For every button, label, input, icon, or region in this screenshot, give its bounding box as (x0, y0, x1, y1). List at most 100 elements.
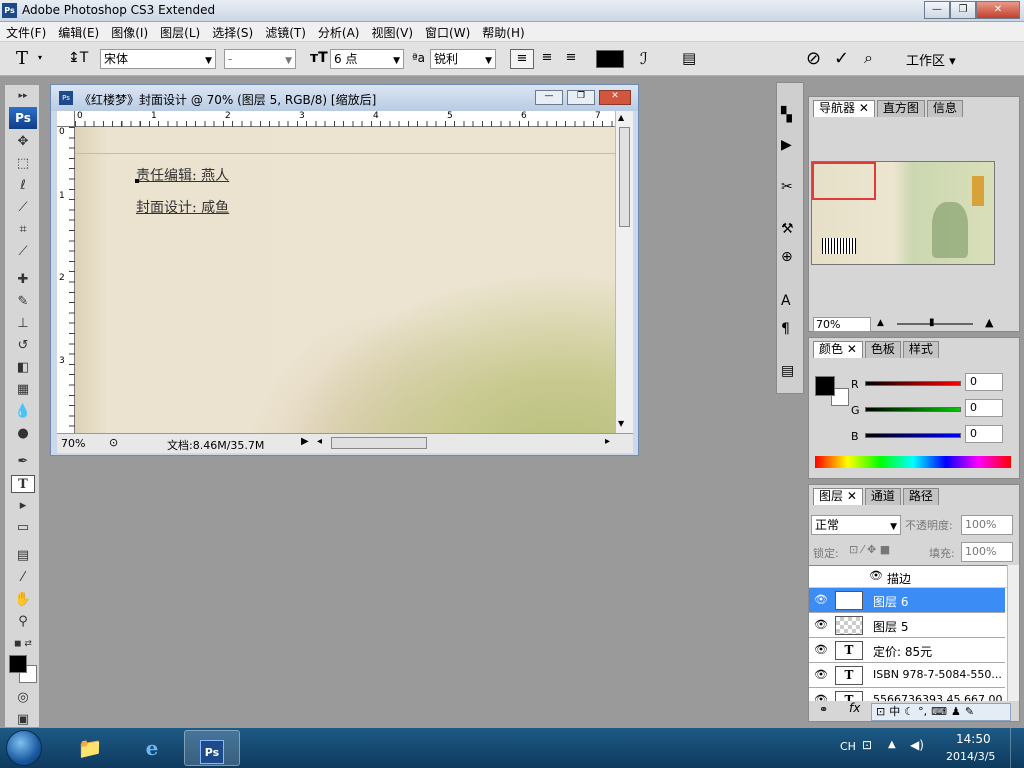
rectangle-tool-icon[interactable]: ▭ (11, 519, 35, 537)
doc-close-button[interactable]: ✕ (599, 90, 631, 105)
scroll-down-icon[interactable]: ▼ (618, 419, 624, 428)
g-slider[interactable] (865, 407, 961, 412)
ime-tray-icon[interactable]: ⊡ (862, 738, 872, 752)
tab-info[interactable]: 信息 (926, 100, 963, 117)
eye-icon[interactable]: 👁 (813, 643, 829, 657)
vertical-ruler[interactable]: 0 1 2 3 (57, 127, 75, 433)
menu-filter[interactable]: 滤镜(T) (259, 22, 312, 41)
explorer-taskbar-icon[interactable]: 📁 (62, 730, 118, 766)
start-button[interactable] (6, 730, 42, 766)
type-tool-preset-icon[interactable]: T (16, 48, 28, 69)
scroll-left-icon[interactable]: ◂ (317, 436, 322, 447)
scrollbar-thumb[interactable] (619, 127, 630, 227)
ime-user-icon[interactable]: ♟ (951, 704, 961, 720)
show-desktop-button[interactable] (1010, 728, 1024, 768)
ime-logo-icon[interactable]: ⊡ (876, 704, 885, 720)
layer-row[interactable]: 👁 T 定价: 85元 (809, 638, 1005, 663)
path-selection-icon[interactable]: ▸ (11, 497, 35, 515)
opacity-field[interactable]: 100% (961, 515, 1013, 535)
tool-presets-icon[interactable]: ✂ (781, 179, 793, 195)
tab-histogram[interactable]: 直方图 (876, 100, 925, 117)
tab-layers[interactable]: 图层 ✕ (813, 488, 863, 505)
layer-row[interactable]: 👁 T 图层 6 (809, 588, 1005, 613)
horizontal-scrollbar-thumb[interactable] (331, 437, 427, 449)
menu-help[interactable]: 帮助(H) (476, 22, 530, 41)
menu-select[interactable]: 选择(S) (206, 22, 259, 41)
character-panel-dock-icon[interactable]: A (781, 293, 791, 309)
zoom-in-icon[interactable]: ▲ (985, 316, 993, 329)
blur-tool-icon[interactable]: 💧 (11, 403, 35, 421)
eye-icon[interactable]: 👁 (813, 668, 829, 682)
notes-tool-icon[interactable]: ▤ (11, 547, 35, 565)
move-tool-icon[interactable]: ✥ (11, 133, 35, 151)
layer-row[interactable]: 👁 图层 5 (809, 613, 1005, 638)
zoom-level[interactable]: 70% (61, 437, 85, 450)
align-center-button[interactable]: ≡ (536, 49, 558, 69)
link-layers-icon[interactable]: ⚭ (819, 703, 828, 716)
lock-icons[interactable]: ⊡ ⁄ ✥ ■ (849, 543, 890, 556)
menu-edit[interactable]: 编辑(E) (52, 22, 105, 41)
ruler-origin[interactable] (57, 111, 75, 127)
status-arrow-icon[interactable]: ▶ (301, 436, 309, 447)
doc-restore-button[interactable]: ❐ (567, 90, 595, 105)
marquee-tool-icon[interactable]: ⬚ (11, 155, 35, 173)
eye-icon[interactable]: 👁 (813, 618, 829, 632)
antialias-select[interactable]: 锐利 ▼ (430, 49, 496, 69)
ime-width-icon[interactable]: ☾ (904, 704, 914, 720)
menu-analysis[interactable]: 分析(A) (312, 22, 366, 41)
fx-icon[interactable]: fx (849, 701, 860, 715)
menu-file[interactable]: 文件(F) (0, 22, 52, 41)
volume-icon[interactable]: ◀) (910, 738, 924, 752)
color-spectrum-ramp[interactable] (815, 456, 1011, 468)
designer-credit-text[interactable]: 封面设计: 咸鱼 (136, 197, 229, 217)
eyedropper-tool-icon[interactable]: ⁄ (11, 569, 35, 587)
character-panel-icon[interactable]: ▤ (682, 49, 696, 67)
navigator-view-box[interactable] (812, 162, 876, 200)
bridge-icon[interactable]: ⌕ (864, 48, 873, 68)
history-panel-icon[interactable]: ▚ (781, 107, 792, 123)
scroll-right-icon[interactable]: ▸ (605, 436, 610, 447)
collapse-arrows-icon[interactable]: ▸▸ (11, 87, 35, 105)
zoom-tool-icon[interactable]: ⚲ (11, 613, 35, 631)
editor-credit-text[interactable]: 责任编辑: 燕人 (136, 165, 229, 185)
tab-color[interactable]: 颜色 ✕ (813, 341, 863, 358)
tab-styles[interactable]: 样式 (902, 341, 939, 358)
minimize-button[interactable]: — (924, 1, 950, 19)
clock-date[interactable]: 2014/3/5 (946, 750, 995, 763)
align-right-button[interactable]: ≡ (560, 49, 582, 69)
eye-icon[interactable]: 👁 (869, 569, 883, 582)
warp-text-icon[interactable]: ℐ (640, 49, 648, 68)
fill-field[interactable]: 100% (961, 542, 1013, 562)
language-indicator[interactable]: CH (840, 740, 856, 753)
layer-row[interactable]: 👁 T ISBN 978-7-5084-550... (809, 663, 1005, 688)
blend-mode-select[interactable]: 正常 ▼ (811, 515, 901, 535)
doc-minimize-button[interactable]: — (535, 90, 563, 105)
ie-taskbar-icon[interactable]: e (124, 730, 180, 766)
layer-row[interactable]: 👁 T 5566736393 45 667 00 (809, 688, 1005, 701)
type-tool-icon[interactable]: T (11, 475, 35, 493)
actions-panel-icon[interactable]: ▶ (781, 137, 792, 153)
document-canvas[interactable]: 责任编辑: 燕人 封面设计: 咸鱼 (75, 127, 615, 433)
ime-punct-icon[interactable]: °, (918, 704, 927, 720)
zoom-out-icon[interactable]: ▲ (877, 318, 884, 328)
zoom-slider-handle[interactable]: ▮ (929, 317, 935, 328)
menu-window[interactable]: 窗口(W) (419, 22, 476, 41)
commit-edit-icon[interactable]: ✓ (834, 48, 849, 69)
clone-stamp-icon[interactable]: ⊥ (11, 315, 35, 333)
crop-tool-icon[interactable]: ⌗ (11, 221, 35, 239)
dodge-tool-icon[interactable]: ● (11, 425, 35, 443)
gradient-tool-icon[interactable]: ▦ (11, 381, 35, 399)
font-family-select[interactable]: 宋体 ▼ (100, 49, 216, 69)
menu-image[interactable]: 图像(I) (105, 22, 154, 41)
healing-brush-icon[interactable]: ✚ (11, 271, 35, 289)
foreground-color-swatch[interactable] (9, 655, 27, 673)
ime-chinese-mode[interactable]: 中 (889, 704, 900, 720)
hand-tool-icon[interactable]: ✋ (11, 591, 35, 609)
scroll-up-icon[interactable]: ▲ (618, 113, 624, 122)
screen-mode-icon[interactable]: ▣ (11, 711, 35, 729)
tab-swatches[interactable]: 色板 (864, 341, 901, 358)
b-value-field[interactable]: 0 (965, 425, 1003, 443)
maximize-button[interactable]: ❐ (950, 1, 976, 19)
eye-icon[interactable]: 👁 (813, 593, 829, 607)
b-slider[interactable] (865, 433, 961, 438)
